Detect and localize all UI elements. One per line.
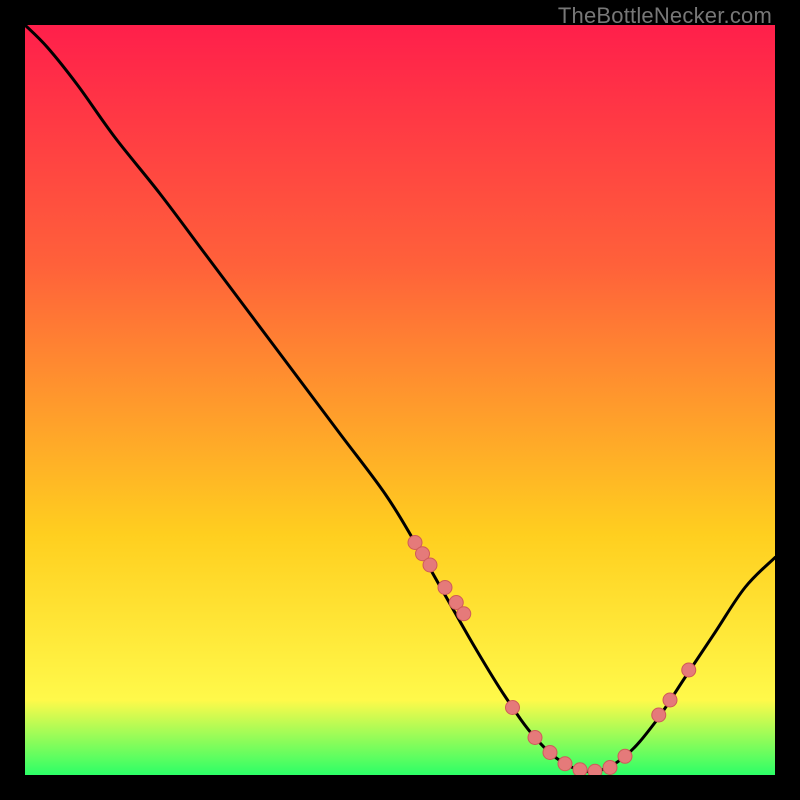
data-dot bbox=[663, 693, 677, 707]
data-dot bbox=[543, 746, 557, 760]
data-dot bbox=[506, 701, 520, 715]
data-dot bbox=[438, 581, 452, 595]
bottleneck-chart bbox=[25, 25, 775, 775]
chart-frame bbox=[25, 25, 775, 775]
gradient-background bbox=[25, 25, 775, 775]
data-dot bbox=[457, 607, 471, 621]
data-dot bbox=[682, 663, 696, 677]
data-dot bbox=[652, 708, 666, 722]
data-dot bbox=[603, 761, 617, 775]
data-dot bbox=[558, 757, 572, 771]
data-dot bbox=[423, 558, 437, 572]
data-dot bbox=[528, 731, 542, 745]
data-dot bbox=[588, 764, 602, 775]
data-dot bbox=[618, 749, 632, 763]
data-dot bbox=[573, 763, 587, 775]
